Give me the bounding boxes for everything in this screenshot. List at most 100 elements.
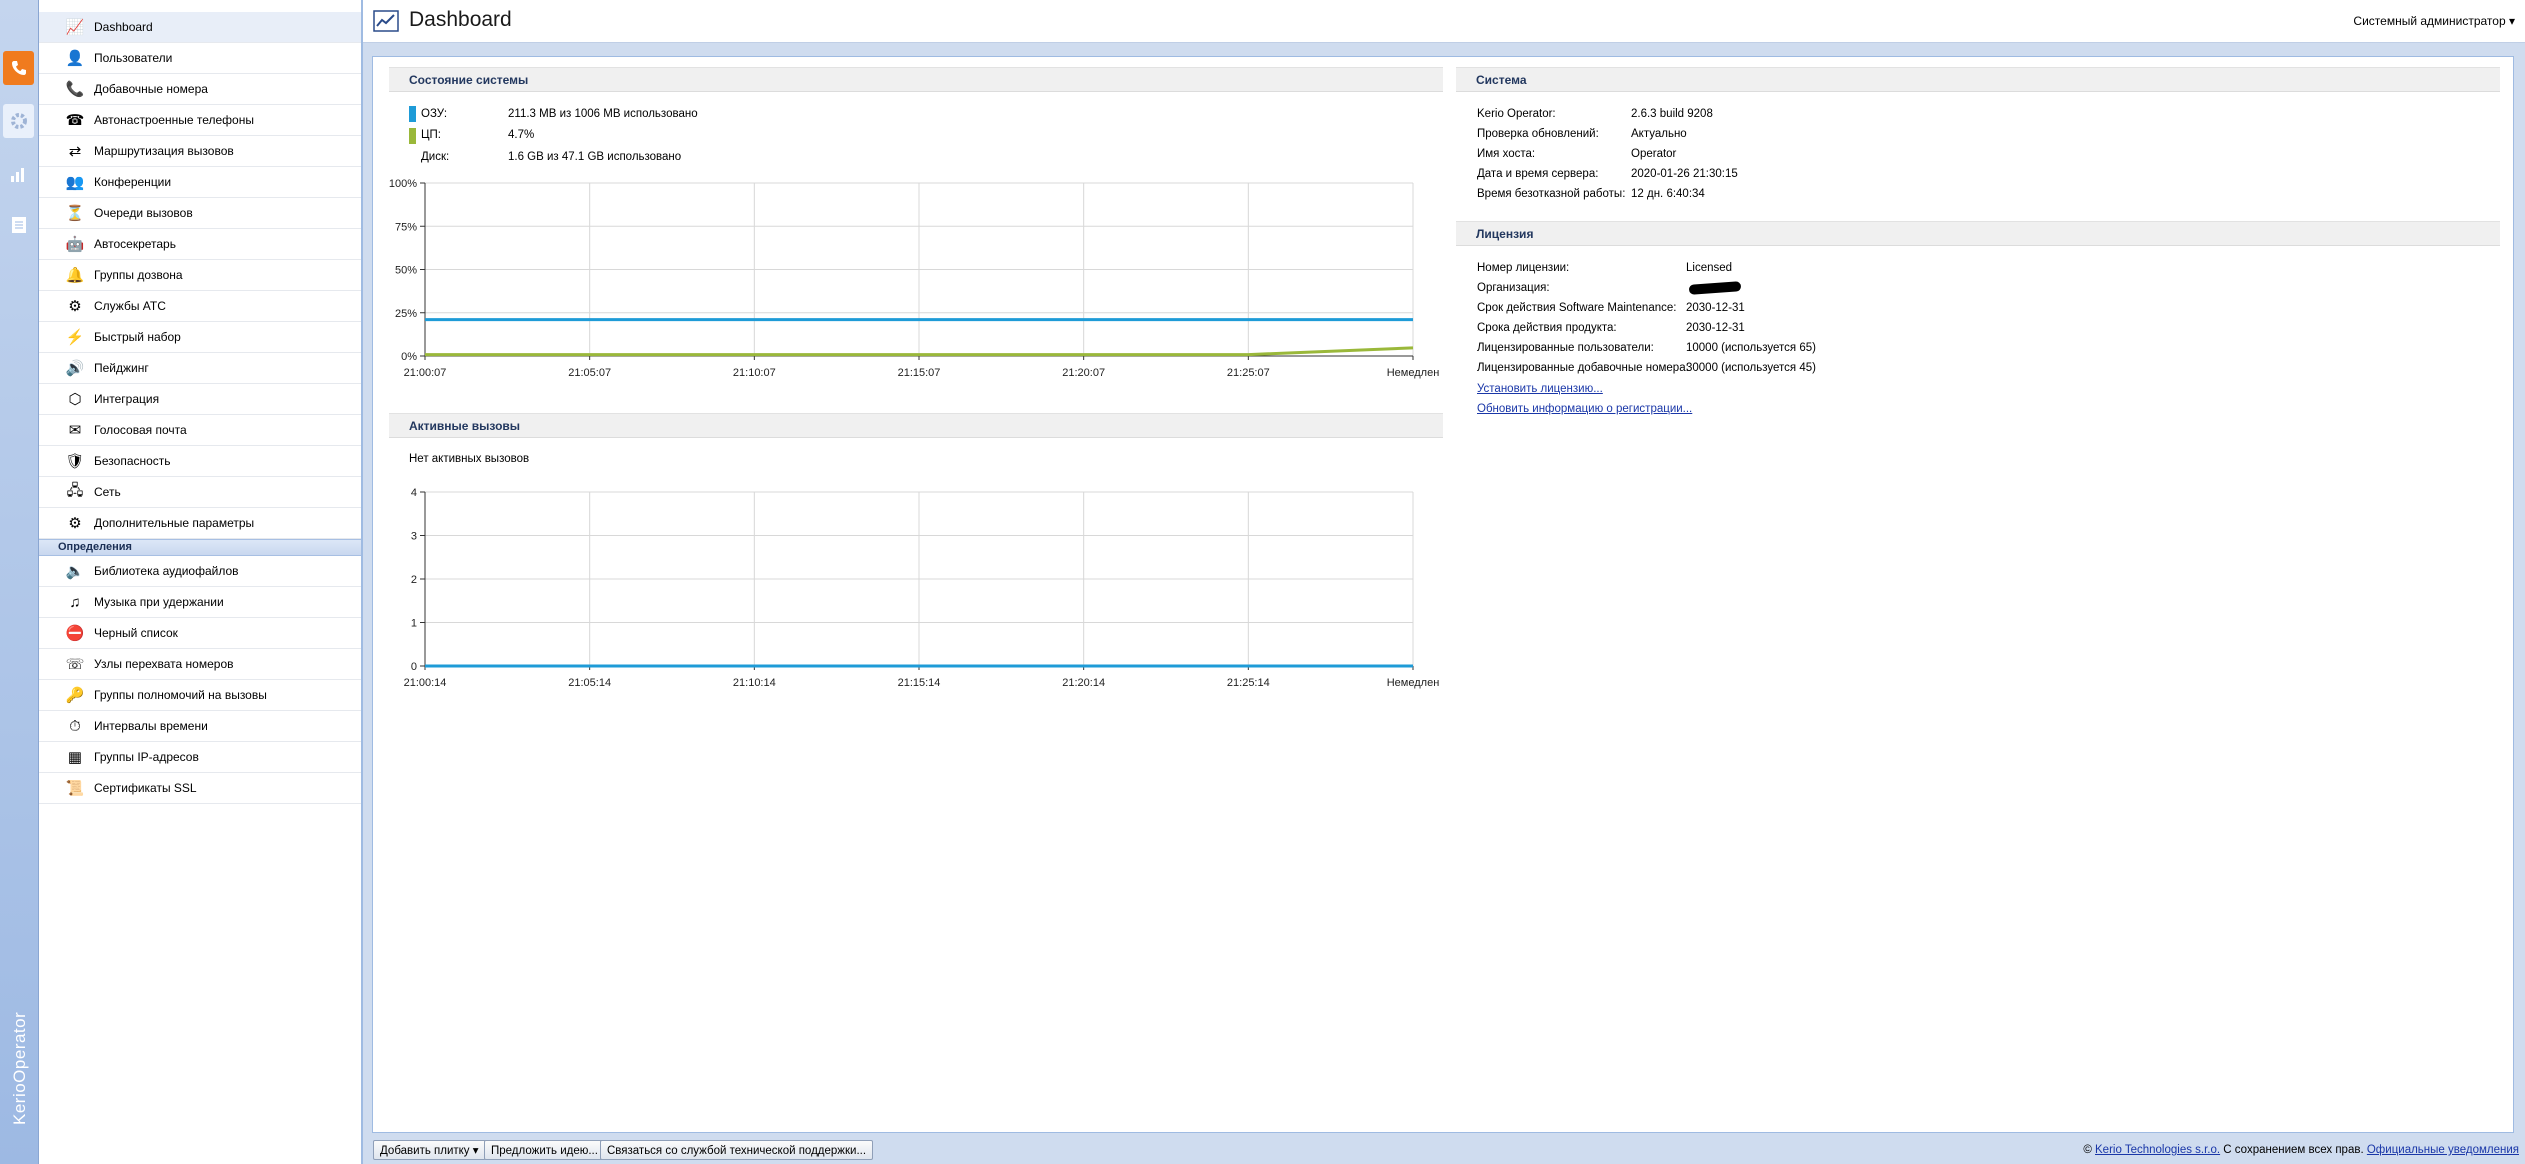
call-permissions-icon: 🔑 [65,687,85,704]
system-info-value: Актуально [1631,128,1687,140]
contact-support-button[interactable]: Связаться со службой технической поддерж… [600,1140,874,1160]
sidebar-item-label: Библиотека аудиофайлов [94,564,239,578]
sidebar-item[interactable]: ⏳ Очереди вызовов [39,198,361,229]
chevron-down-icon: ▾ [2508,14,2515,28]
sidebar-item[interactable]: 🔑 Группы полномочий на вызовы [39,680,361,711]
statistics-icon[interactable] [3,157,34,191]
sidebar-item[interactable]: ⇄ Маршрутизация вызовов [39,136,361,167]
sidebar-item-label: Интервалы времени [94,719,208,733]
rights-text: С сохранением всех прав. [2223,1144,2364,1156]
suggest-idea-button[interactable]: Предложить идею... [484,1140,605,1160]
y-tick-label: 0% [401,351,417,363]
music-note-icon: ♫ [69,593,81,611]
sidebar-item-label: Автосекретарь [94,237,176,251]
telephony-icon[interactable] [3,51,34,85]
sidebar-item[interactable]: ♫ Музыка при удержании [39,587,361,618]
gear-icon[interactable] [3,104,34,138]
license-info-value: 2030-12-31 [1686,322,1745,334]
legal-notices-link[interactable]: Официальные уведомления [2367,1144,2519,1156]
y-tick-label: 4 [411,487,417,499]
system-info-value: Operator [1631,148,1677,160]
bottom-bar: Добавить плитку ▾ Предложить идею... Свя… [363,1134,2525,1164]
y-tick-label: 2 [411,574,417,586]
sidebar-item-label: Сеть [94,485,121,499]
y-tick-label: 25% [395,308,417,320]
license-info-value: 30000 (используется 45) [1686,362,1816,374]
sidebar-item[interactable]: 🖧 Сеть [39,477,361,508]
sidebar-item-label: Службы АТС [94,299,166,313]
x-tick-label: 21:10:14 [733,677,776,689]
ram-label: ОЗУ: [421,108,448,120]
license-info-label: Лицензированные добавочные номера: [1477,362,1689,374]
sidebar-item[interactable]: 🔈 Библиотека аудиофайлов [39,556,361,587]
sidebar-item-label: Музыка при удержании [94,595,224,609]
sidebar-item-label: Пользователи [94,51,173,65]
sidebar-item[interactable]: 🤖 Автосекретарь [39,229,361,260]
sidebar-item[interactable]: ☎ Автонастроенные телефоны [39,105,361,136]
sidebar-item[interactable]: ☏ Узлы перехвата номеров [39,649,361,680]
ram-value: 211.3 MB из 1006 MB использовано [508,108,698,120]
x-tick-label: 21:20:14 [1062,677,1105,689]
call-history-icon[interactable] [3,208,34,242]
sidebar: 📈 Dashboard 👤 Пользователи 📞 Добавочные номер… [39,0,363,1164]
system-info-value: 12 дн. 6:40:34 [1631,188,1705,200]
sidebar-item-label: Автонастроенные телефоны [94,113,254,127]
voicemail-icon: ✉ [68,422,82,439]
autoattendant-icon: 🤖 [65,236,85,253]
add-tile-button[interactable]: Добавить плитку ▾ [373,1140,486,1160]
sidebar-item[interactable]: 📜 Сертификаты SSL [39,773,361,804]
sidebar-item[interactable]: ✉ Голосовая почта [39,415,361,446]
conference-icon: 👥 [65,174,85,191]
user-menu-label: Системный администратор [2353,14,2506,28]
disk-label: Диск: [421,151,450,163]
sidebar-item[interactable]: ▦ Группы IP-адресов [39,742,361,773]
sidebar-item[interactable]: ⚡ Быстрый набор [39,322,361,353]
sidebar-item[interactable]: 👤 Пользователи [39,43,361,74]
top-bar: Dashboard Системный администратор ▾ [363,0,2525,43]
nav-definitions-list: 🔈 Библиотека аудиофайлов ♫ Музыка при удерж… [39,556,361,804]
dashboard-content: Состояние системы ОЗУ: 211.3 MB из 1006 … [372,56,2514,1133]
sidebar-item-label: Узлы перехвата номеров [94,657,234,671]
sidebar-item-label: Группы полномочий на вызовы [94,688,267,702]
sidebar-item-label: Голосовая почта [94,423,187,437]
sidebar-item[interactable]: 👥 Конференции [39,167,361,198]
install-license-link[interactable]: Установить лицензию... [1477,383,1603,395]
handset-icon: 📞 [65,81,85,98]
certificate-icon: 📜 [65,780,85,797]
sidebar-item[interactable]: ⬡ Интеграция [39,384,361,415]
x-tick-label: 21:00:14 [404,677,447,689]
security-icon: 🛡 [65,453,85,470]
license-info-value: 10000 (используется 65) [1686,342,1816,354]
update-registration-link[interactable]: Обновить информацию о регистрации... [1477,403,1692,415]
sidebar-item[interactable]: ⛔ Черный список [39,618,361,649]
x-tick-label: 21:25:14 [1227,677,1270,689]
sidebar-item[interactable]: ⚙ Службы АТС [39,291,361,322]
license-header: Лицензия [1456,221,2500,246]
sidebar-item[interactable]: 📈 Dashboard [39,12,361,43]
company-link[interactable]: Kerio Technologies s.r.o. [2095,1144,2220,1156]
sidebar-item[interactable]: ⏱ Интервалы времени [39,711,361,742]
sidebar-item[interactable]: 🛡 Безопасность [39,446,361,477]
sidebar-item[interactable]: 🔊 Пейджинг [39,353,361,384]
x-tick-label: Немедлен [1387,677,1440,689]
x-tick-label: 21:15:07 [898,367,941,379]
active-calls-empty-text: Нет активных вызовов [409,453,530,465]
system-info-label: Проверка обновлений: [1477,128,1599,140]
page-title: Dashboard [409,8,512,31]
dropdown-arrow-icon: ▾ [472,1145,479,1157]
y-tick-label: 1 [411,618,417,630]
disk-value: 1.6 GB из 47.1 GB использовано [508,151,682,163]
y-tick-label: 3 [411,531,417,543]
user-menu[interactable]: Системный администратор ▾ [2353,14,2515,28]
system-info-label: Дата и время сервера: [1477,168,1599,180]
sidebar-item[interactable]: 📞 Добавочные номера [39,74,361,105]
sidebar-item[interactable]: 🔔 Группы дозвона [39,260,361,291]
x-tick-label: 21:05:07 [568,367,611,379]
system-info-label: Время безотказной работы: [1477,188,1626,200]
call-pickup-icon: ☏ [65,656,85,673]
footer-copyright: © Kerio Technologies s.r.o. С сохранение… [2083,1144,2519,1156]
sidebar-item-label: Маршрутизация вызовов [94,144,234,158]
user-icon: 👤 [65,50,85,67]
sidebar-item[interactable]: ⚙ Дополнительные параметры [39,508,361,539]
dashboard-icon: 📈 [65,19,85,36]
